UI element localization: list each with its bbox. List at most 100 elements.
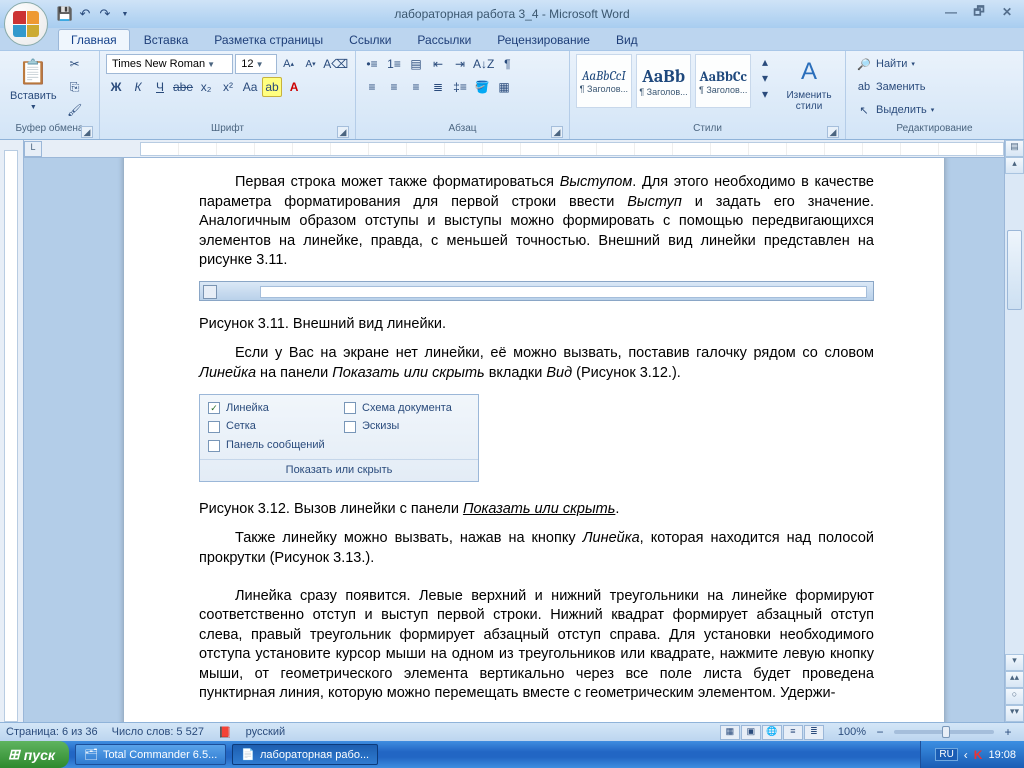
select-button[interactable]: ↖Выделить ▾ [852,100,938,120]
paste-button[interactable]: 📋 Вставить ▼ [6,54,61,113]
ruler-toggle[interactable]: ▤ [1005,140,1024,157]
document-area[interactable]: Первая строка может также форматироватьс… [24,158,1004,722]
tab-insert[interactable]: Вставка [132,30,201,50]
justify-button[interactable]: ≣ [428,77,448,97]
close-button[interactable]: ✕ [996,4,1018,20]
subscript-button[interactable]: x₂ [196,77,216,97]
tab-page-layout[interactable]: Разметка страницы [202,30,335,50]
numbering-button[interactable]: 1≡ [384,54,404,74]
restore-button[interactable]: 🗗 [968,4,990,20]
style-item-1[interactable]: AaBbCcI¶ Заголов... [576,54,632,108]
tab-home[interactable]: Главная [58,29,130,50]
checkbox-ruler[interactable]: ✓Линейка [208,401,334,416]
find-button[interactable]: 🔎Найти ▾ [852,54,938,74]
prev-page[interactable]: ▴▴ [1005,671,1024,688]
font-name-combo[interactable]: Times New Roman▼ [106,54,233,74]
styles-gallery-button[interactable]: ▾ [755,86,775,102]
change-case-button[interactable]: Aa [240,77,260,97]
zoom-slider[interactable] [894,730,994,734]
view-web[interactable]: 🌐 [762,725,782,740]
font-color-button[interactable]: A [284,77,304,97]
replace-button[interactable]: abЗаменить [852,77,938,97]
zoom-in[interactable]: + [998,725,1018,739]
clear-format-button[interactable]: A⌫ [323,54,349,74]
show-marks-button[interactable]: ¶ [497,54,517,74]
office-button[interactable] [4,2,48,46]
paragraph-dialog-launcher[interactable]: ◢ [551,126,563,138]
tab-mailings[interactable]: Рассылки [405,30,483,50]
bullets-button[interactable]: •≡ [362,54,382,74]
style-item-2[interactable]: AaBb¶ Заголов... [636,54,692,108]
font-size-combo[interactable]: 12▼ [235,54,276,74]
font-dialog-launcher[interactable]: ◢ [337,126,349,138]
clipboard-icon: 📋 [17,56,49,88]
checkbox-docmap[interactable]: Схема документа [344,401,470,416]
tab-view[interactable]: Вид [604,30,650,50]
bold-button[interactable]: Ж [106,77,126,97]
sort-button[interactable]: A↓Z [472,54,495,74]
view-outline[interactable]: ≡ [783,725,803,740]
qat-redo[interactable]: ↷ [96,5,114,23]
superscript-button[interactable]: x² [218,77,238,97]
checkbox-thumbnails[interactable]: Эскизы [344,419,470,434]
view-print-layout[interactable]: ▦ [720,725,740,740]
status-proofing-icon[interactable]: 📕 [218,726,232,739]
start-button[interactable]: ⊞пуск [0,741,69,768]
next-page[interactable]: ▾▾ [1005,705,1024,722]
vertical-scrollbar[interactable]: ▤ ▴ ▾ ▴▴ ○ ▾▾ [1004,140,1024,722]
clipboard-dialog-launcher[interactable]: ◢ [81,126,93,138]
change-styles-button[interactable]: A Изменить стили [779,54,839,114]
status-words[interactable]: Число слов: 5 527 [112,726,204,738]
browse-object[interactable]: ○ [1005,688,1024,705]
borders-button[interactable]: ▦ [494,77,514,97]
styles-scroll-up[interactable]: ▴ [755,54,775,70]
style-item-3[interactable]: AaBbCc¶ Заголов... [695,54,751,108]
minimize-button[interactable]: — [940,4,962,20]
tray-arrow-icon[interactable]: ‹ [964,748,968,762]
styles-dialog-launcher[interactable]: ◢ [827,126,839,138]
checkbox-grid[interactable]: Сетка [208,419,334,434]
tab-review[interactable]: Рецензирование [485,30,602,50]
align-left-button[interactable]: ≡ [362,77,382,97]
scroll-thumb[interactable] [1007,230,1022,310]
line-spacing-button[interactable]: ‡≡ [450,77,470,97]
copy-button[interactable]: ⎘ [65,77,85,97]
align-center-button[interactable]: ≡ [384,77,404,97]
taskbar-app-tc[interactable]: 🗂Total Commander 6.5... [75,744,226,765]
cut-button[interactable]: ✂ [65,54,85,74]
view-full-read[interactable]: ▣ [741,725,761,740]
shrink-font-button[interactable]: A▾ [301,54,321,74]
strike-button[interactable]: abe [172,77,194,97]
vertical-ruler[interactable] [0,140,24,722]
qat-customize[interactable]: ▼ [116,5,134,23]
scroll-down[interactable]: ▾ [1005,654,1024,671]
decrease-indent-button[interactable]: ⇤ [428,54,448,74]
grow-font-button[interactable]: A▴ [279,54,299,74]
horizontal-ruler[interactable]: L [24,140,1004,158]
clock[interactable]: 19:08 [988,749,1016,761]
scroll-up[interactable]: ▴ [1005,157,1024,174]
underline-button[interactable]: Ч [150,77,170,97]
format-painter-button[interactable]: 🖌 [65,100,85,120]
italic-button[interactable]: К [128,77,148,97]
zoom-level[interactable]: 100% [838,726,866,738]
taskbar-app-word[interactable]: 📄лабораторная рабо... [232,744,378,765]
qat-undo[interactable]: ↶ [76,5,94,23]
tab-selector[interactable]: L [24,141,42,157]
highlight-button[interactable]: ab [262,77,282,97]
kaspersky-icon[interactable]: K [974,748,983,762]
align-right-button[interactable]: ≡ [406,77,426,97]
zoom-out[interactable]: − [870,725,890,739]
styles-scroll-down[interactable]: ▾ [755,70,775,86]
view-draft[interactable]: ≣ [804,725,824,740]
qat-save[interactable]: 💾 [56,5,74,23]
tab-references[interactable]: Ссылки [337,30,403,50]
body-paragraph: Первая строка может также форматироватьс… [199,173,874,271]
status-language[interactable]: русский [246,726,285,738]
status-page[interactable]: Страница: 6 из 36 [6,726,98,738]
checkbox-message-bar[interactable]: Панель сообщений [208,438,470,453]
shading-button[interactable]: 🪣 [472,77,492,97]
language-indicator[interactable]: RU [935,748,957,761]
increase-indent-button[interactable]: ⇥ [450,54,470,74]
multilevel-button[interactable]: ▤ [406,54,426,74]
